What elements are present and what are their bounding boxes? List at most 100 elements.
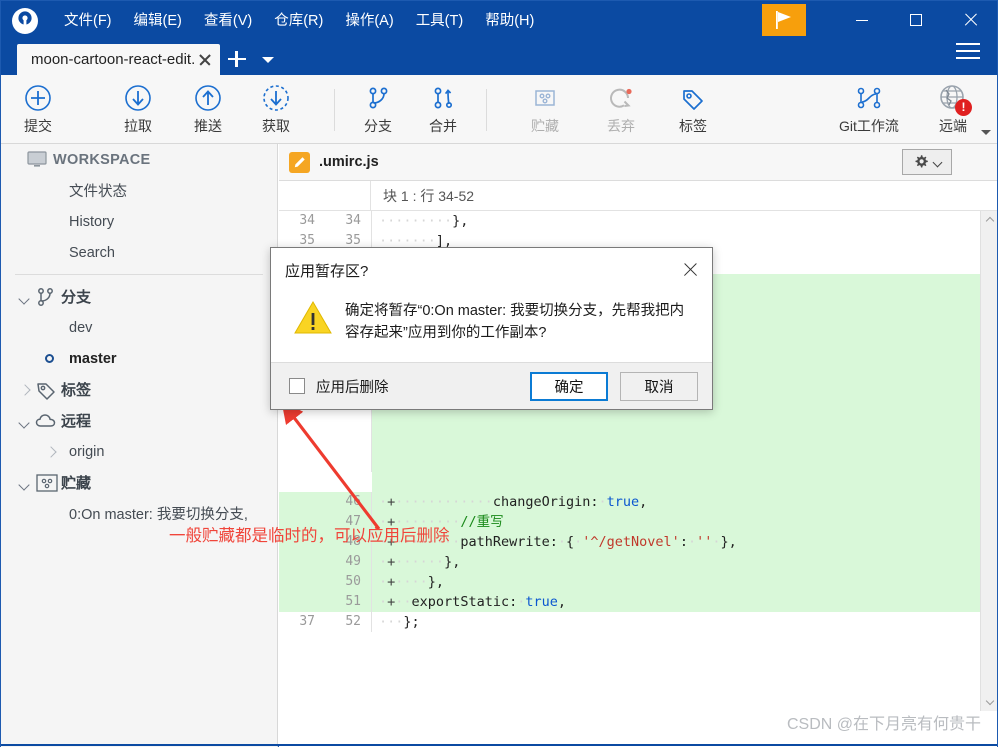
remote-button-label: 远端 [939, 118, 967, 134]
plus-icon[interactable] [220, 44, 254, 75]
hamburger-menu-icon[interactable] [956, 43, 980, 61]
sidebar-item-label: 文件状态 [69, 184, 127, 200]
sidebar-group-stashes[interactable]: 贮藏 [1, 467, 277, 498]
line-number-new: 52 [345, 614, 361, 629]
stash-button[interactable]: 贮藏 [508, 81, 582, 139]
merge-button[interactable]: 合并 [406, 81, 480, 139]
sidebar-item-file-status[interactable]: 文件状态 [1, 175, 277, 206]
chevron-down-icon[interactable] [17, 475, 33, 491]
sidebar-item-branch-master[interactable]: master [1, 343, 277, 374]
branch-button-label: 分支 [364, 118, 392, 134]
sidebar-item-label: dev [69, 319, 93, 336]
flag-icon-button[interactable] [762, 4, 806, 36]
confirm-button[interactable]: 确定 [530, 371, 608, 401]
code-line: 46 ·+············changeOrigin:·true, [279, 492, 997, 512]
code-line: 49 ·+······}, [279, 552, 997, 572]
chevron-right-icon[interactable] [17, 382, 33, 398]
dialog-message: 确定将暂存“0:On master: 我要切换分支，先帮我把内容存起来”应用到你… [345, 303, 685, 341]
main-toolbar: 提交 拉取 推送 获取 分支 合并 贮藏 丢弃 标签 Git工作流 ! 远端 [1, 75, 997, 144]
tag-button-label: 标签 [679, 118, 707, 134]
code-text: ·+····}, [379, 574, 445, 590]
pull-button[interactable]: 拉取 [101, 81, 175, 139]
stash-icon [530, 81, 560, 115]
close-icon[interactable] [196, 51, 214, 69]
checkbox-box[interactable] [289, 378, 305, 394]
delete-after-apply-checkbox[interactable]: 应用后删除 [271, 376, 389, 397]
sidebar-group-remotes[interactable]: 远程 [1, 405, 277, 436]
close-button[interactable] [947, 4, 993, 36]
edit-pencil-icon [289, 151, 310, 173]
menu-help[interactable]: 帮助(H) [474, 7, 545, 35]
git-flow-button[interactable]: Git工作流 [823, 81, 915, 139]
watermark-text: CSDN @在下月亮有何贵干 [786, 716, 981, 733]
discard-reset-icon [606, 81, 636, 115]
code-text: ···}; [379, 614, 420, 630]
cancel-button[interactable]: 取消 [620, 371, 698, 401]
chevron-down-icon [934, 158, 942, 166]
sidebar-group-branches[interactable]: 分支 [1, 281, 277, 312]
chevron-down-icon[interactable] [254, 44, 282, 75]
chevron-down-icon[interactable] [17, 289, 33, 305]
line-number-old: 37 [299, 614, 315, 629]
remote-globe-icon: ! [937, 81, 972, 116]
discard-button-label: 丢弃 [607, 118, 635, 134]
commit-button[interactable]: 提交 [1, 81, 75, 139]
repo-tab-active[interactable]: moon-cartoon-react-edit. [17, 44, 221, 75]
sidebar-group-label: 远程 [61, 413, 92, 430]
discard-button[interactable]: 丢弃 [584, 81, 658, 139]
minimize-button[interactable] [839, 4, 885, 36]
menu-bar: 文件(F) 编辑(E) 查看(V) 仓库(R) 操作(A) 工具(T) 帮助(H… [53, 7, 545, 35]
branch-button[interactable]: 分支 [341, 81, 415, 139]
line-number-new: 51 [345, 594, 361, 609]
menu-tools[interactable]: 工具(T) [405, 7, 475, 35]
sourcetree-logo-icon [11, 7, 39, 35]
tag-icon [678, 81, 708, 115]
sidebar-item-label: Search [69, 244, 115, 261]
dialog-title-label: 应用暂存区? [285, 262, 369, 280]
sidebar-item-workspace[interactable]: WORKSPACE [1, 144, 277, 175]
dialog-footer: 应用后删除 确定 取消 [271, 362, 712, 409]
sidebar-item-remote-origin[interactable]: origin [1, 436, 277, 467]
monitor-icon [27, 150, 53, 169]
push-button-label: 推送 [194, 118, 222, 134]
menu-actions[interactable]: 操作(A) [334, 7, 404, 35]
sidebar-item-search[interactable]: Search [1, 237, 277, 268]
fetch-button[interactable]: 获取 [239, 81, 313, 139]
sidebar-item-branch-dev[interactable]: dev [1, 312, 277, 343]
sidebar-item-history[interactable]: History [1, 206, 277, 237]
dialog-close-button[interactable] [674, 254, 706, 284]
code-line: 50 ·+····}, [279, 572, 997, 592]
dialog-title-bar: 应用暂存区? [271, 248, 712, 292]
menu-view[interactable]: 查看(V) [193, 7, 263, 35]
toolbar-overflow-chevron-down-icon[interactable] [979, 125, 993, 139]
push-button[interactable]: 推送 [171, 81, 245, 139]
stash-button-label: 贮藏 [531, 118, 559, 134]
code-text: ·········}, [379, 213, 469, 229]
diff-pane: .umirc.js 块 1 : 行 34-52 34 34 ·········}… [279, 144, 997, 747]
fetch-button-label: 获取 [262, 118, 290, 134]
menu-edit[interactable]: 编辑(E) [123, 7, 193, 35]
current-branch-indicator-icon [45, 354, 54, 363]
warning-triangle-icon [293, 296, 345, 364]
sidebar-item-label: 0:On master: 我要切换分支, [69, 507, 248, 523]
diff-vertical-scrollbar[interactable] [980, 211, 997, 711]
code-line: 37 52 ···}; [279, 612, 997, 632]
menu-repository[interactable]: 仓库(R) [263, 7, 334, 35]
close-icon [683, 262, 697, 276]
chevron-up-icon[interactable] [981, 211, 997, 228]
chevron-right-icon[interactable] [43, 444, 59, 460]
menu-file[interactable]: 文件(F) [53, 7, 123, 35]
sidebar-group-tags[interactable]: 标签 [1, 374, 277, 405]
line-number-new: 46 [345, 494, 361, 509]
line-number-new: 49 [345, 554, 361, 569]
gear-icon [915, 155, 928, 168]
maximize-button[interactable] [893, 4, 939, 36]
sidebar-item-label: master [69, 350, 117, 367]
status-strip [1, 744, 997, 746]
chevron-down-icon[interactable] [17, 413, 33, 429]
sidebar-item-label: History [69, 213, 115, 230]
tag-button[interactable]: 标签 [656, 81, 730, 139]
chevron-down-icon[interactable] [981, 694, 997, 711]
diff-settings-button[interactable] [902, 149, 952, 175]
line-number-old [279, 592, 325, 612]
